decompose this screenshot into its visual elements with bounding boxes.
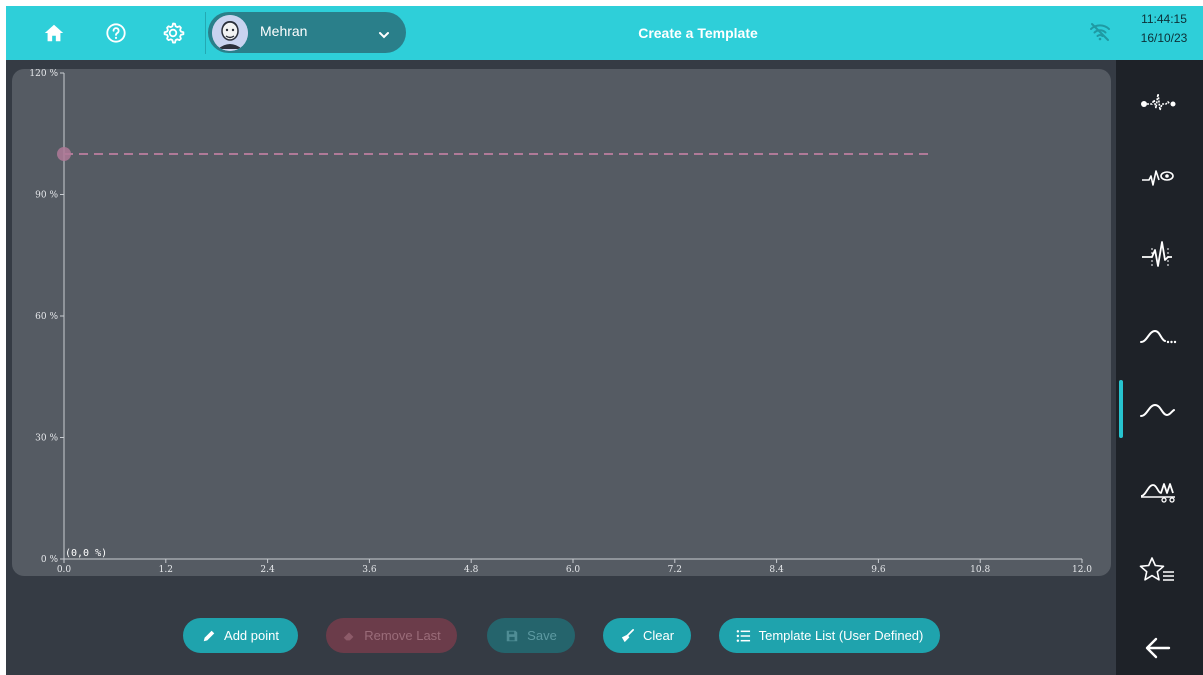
remove-last-label: Remove Last [364, 628, 441, 643]
x-tick-label: 12.0 [1072, 565, 1092, 575]
gear-icon[interactable] [158, 18, 188, 48]
app-window: Mehran Create a Template 11:44:15 16/10/… [6, 6, 1203, 675]
home-icon[interactable] [39, 18, 69, 48]
clear-label: Clear [642, 628, 675, 643]
template-chart[interactable]: 0 % 30 % 60 % 90 % 120 % 0.0 1.2 2.4 3.6 4.8 6.0 7.… [12, 69, 1111, 576]
wifi-off-icon [1088, 20, 1112, 48]
x-tick-label: 1.2 [159, 565, 173, 575]
sidebar-item-ecg-marker[interactable] [1130, 82, 1186, 122]
sidebar-item-curve-points[interactable] [1130, 470, 1186, 510]
top-bar: Mehran Create a Template 11:44:15 16/10/… [6, 6, 1203, 60]
ecg-marker-icon [1141, 93, 1176, 111]
curve-dots-icon [1140, 329, 1177, 344]
avatar [212, 15, 248, 51]
sidebar-item-ecg-spike[interactable] [1130, 236, 1186, 276]
y-tick-label: 120 % [29, 69, 58, 79]
user-selector[interactable]: Mehran [208, 12, 406, 53]
sidebar-item-back[interactable] [1130, 628, 1186, 668]
broom-icon [621, 629, 634, 643]
origin-label: (0,0 %) [65, 548, 107, 559]
template-list-label: Template List (User Defined) [758, 628, 924, 643]
sidebar-item-curve-wave[interactable] [1130, 390, 1186, 430]
mode-sidebar [1116, 60, 1203, 675]
save-icon [506, 630, 518, 641]
sidebar-active-indicator [1119, 380, 1123, 438]
x-tick-label: 6.0 [566, 565, 581, 575]
user-name: Mehran [260, 23, 308, 39]
x-tick-label: 2.4 [260, 565, 275, 575]
chevron-down-icon [378, 26, 390, 45]
sidebar-item-curve-dots[interactable] [1130, 316, 1186, 356]
pencil-icon [203, 630, 215, 641]
eraser-icon [343, 632, 354, 640]
add-point-button[interactable]: Add point [183, 618, 298, 653]
x-tick-label: 4.8 [464, 565, 479, 575]
chart-svg[interactable]: 0 % 30 % 60 % 90 % 120 % 0.0 1.2 2.4 3.6 4.8 6.0 7.… [12, 69, 1111, 576]
y-tick-label: 0 % [41, 555, 59, 565]
template-list-button[interactable]: Template List (User Defined) [719, 618, 940, 653]
x-tick-label: 7.2 [668, 565, 682, 575]
add-point-label: Add point [224, 628, 279, 643]
star-list-icon [1139, 557, 1174, 581]
curve-wave-icon [1140, 403, 1175, 417]
clock-date: 16/10/23 [1140, 31, 1188, 45]
save-label: Save [527, 628, 557, 643]
x-tick-label: 9.6 [871, 565, 886, 575]
curve-points-icon [1140, 483, 1175, 503]
ecg-eye-icon [1142, 170, 1174, 186]
sidebar-item-star-list[interactable] [1130, 550, 1186, 590]
data-point [57, 147, 71, 161]
x-tick-label: 10.8 [970, 565, 990, 575]
page-title: Create a Template [638, 25, 758, 41]
y-tick-label: 90 % [35, 191, 58, 201]
topbar-divider [205, 12, 206, 54]
x-tick-label: 8.4 [769, 565, 784, 575]
x-tick-label: 3.6 [362, 565, 377, 575]
back-arrow-icon [1145, 637, 1171, 659]
clock: 11:44:15 16/10/23 [1134, 10, 1194, 48]
x-tick-label: 0.0 [57, 565, 72, 575]
clear-button[interactable]: Clear [603, 618, 691, 653]
help-icon[interactable] [101, 18, 131, 48]
sidebar-item-ecg-eye[interactable] [1130, 158, 1186, 198]
save-button[interactable]: Save [487, 618, 575, 653]
clock-time: 11:44:15 [1141, 12, 1187, 26]
ecg-spike-icon [1142, 241, 1172, 268]
y-tick-label: 30 % [35, 434, 58, 444]
list-icon [736, 629, 750, 642]
remove-last-button[interactable]: Remove Last [326, 618, 457, 653]
y-tick-label: 60 % [35, 312, 58, 322]
